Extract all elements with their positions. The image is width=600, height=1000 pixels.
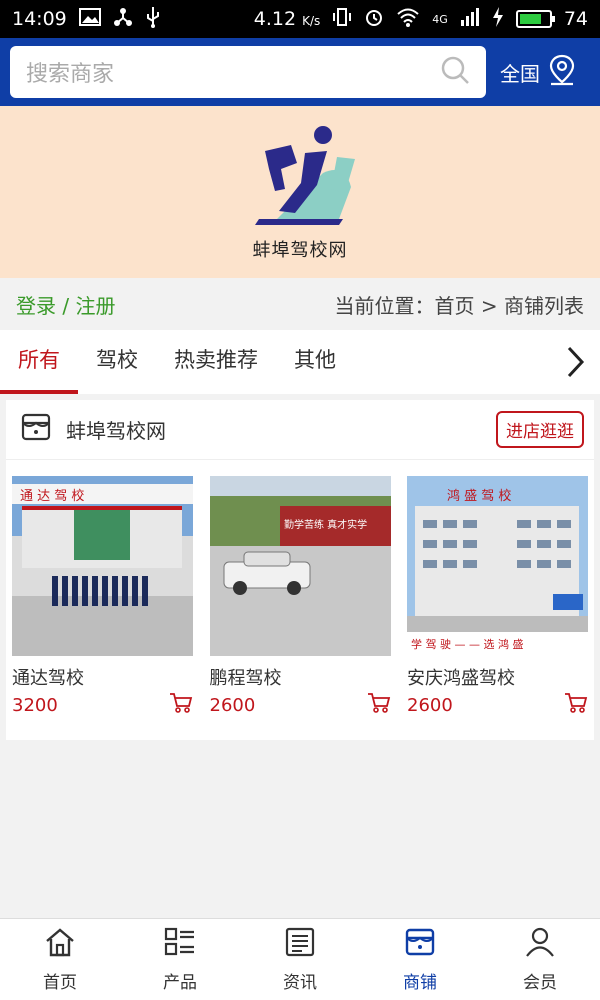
cart-icon[interactable] bbox=[564, 692, 588, 718]
product-price: 2600 bbox=[407, 694, 453, 716]
breadcrumb-separator: > bbox=[480, 293, 498, 318]
product-card[interactable]: 通 达 驾 校 通达驾校 3200 bbox=[12, 476, 193, 718]
product-card[interactable]: 鸿 盛 驾 校 学 驾 驶 — — 选 鸿 盛 安庆鸿盛驾校 2600 bbox=[407, 476, 588, 718]
breadcrumb-bar: 登录 / 注册 当前位置：首页 > 商铺列表 bbox=[0, 278, 600, 330]
visit-shop-button[interactable]: 进店逛逛 bbox=[496, 411, 584, 448]
breadcrumb-home[interactable]: 首页 bbox=[435, 294, 475, 318]
product-price: 2600 bbox=[209, 694, 256, 716]
breadcrumb-prefix: 当前位置： bbox=[334, 293, 435, 318]
network-speed: 4.12 bbox=[253, 8, 297, 30]
network-type: 4G bbox=[432, 12, 448, 26]
usb-icon bbox=[145, 6, 161, 32]
signal-icon bbox=[460, 8, 480, 30]
product-list-icon bbox=[164, 927, 196, 962]
roof-text-hongsheng: 鸿 盛 驾 校 bbox=[447, 488, 511, 504]
battery-level: 74 bbox=[563, 8, 588, 30]
alarm-icon bbox=[364, 7, 384, 31]
nav-home[interactable]: 首页 bbox=[0, 919, 120, 1000]
login-register-link[interactable]: 登录 / 注册 bbox=[16, 290, 115, 319]
product-image-hongsheng[interactable]: 鸿 盛 驾 校 学 驾 驶 — — 选 鸿 盛 bbox=[407, 476, 588, 656]
banner: 蚌埠驾校网 bbox=[0, 106, 600, 278]
product-name[interactable]: 通达驾校 bbox=[12, 664, 193, 690]
nav-products[interactable]: 产品 bbox=[120, 919, 240, 1000]
product-image-tongda[interactable]: 通 达 驾 校 bbox=[12, 476, 193, 656]
vibrate-icon bbox=[332, 7, 352, 31]
cart-icon[interactable] bbox=[169, 692, 193, 718]
nav-shops-label: 商铺 bbox=[403, 972, 437, 993]
tab-driving-school[interactable]: 驾校 bbox=[78, 330, 156, 394]
network-speed-unit: K/s bbox=[302, 14, 321, 28]
region-label: 全国 bbox=[500, 61, 540, 86]
nav-member[interactable]: 会员 bbox=[480, 919, 600, 1000]
sign-text-hongsheng: 学 驾 驶 — — 选 鸿 盛 bbox=[411, 637, 523, 651]
product-name[interactable]: 鹏程驾校 bbox=[210, 664, 391, 690]
image-icon bbox=[78, 8, 101, 30]
search-header: 搜索商家 全国 bbox=[0, 38, 600, 106]
battery-fill bbox=[519, 14, 541, 24]
site-name: 蚌埠驾校网 bbox=[252, 239, 348, 261]
tab-other[interactable]: 其他 bbox=[276, 330, 354, 394]
breadcrumb: 当前位置：首页 > 商铺列表 bbox=[335, 290, 584, 319]
news-icon bbox=[284, 927, 316, 962]
nav-news-label: 资讯 bbox=[283, 972, 317, 993]
nav-member-label: 会员 bbox=[523, 972, 557, 993]
product-card[interactable]: 勤学苦练 真才实学 鹏程驾校 2600 bbox=[209, 476, 391, 718]
member-icon bbox=[524, 927, 556, 962]
wifi-icon bbox=[396, 7, 420, 31]
shop-card: 蚌埠驾校网 进店逛逛 通 达 驾 校 通达驾校 3200 勤学苦练 真才实学 鹏… bbox=[6, 400, 594, 740]
location-pin-icon bbox=[548, 54, 576, 91]
charging-icon bbox=[492, 7, 504, 31]
search-placeholder: 搜索商家 bbox=[26, 62, 115, 87]
search-input[interactable]: 搜索商家 bbox=[10, 46, 486, 98]
tab-hot-recommend[interactable]: 热卖推荐 bbox=[156, 330, 276, 394]
region-selector[interactable]: 全国 bbox=[486, 54, 590, 91]
product-image-pengcheng[interactable]: 勤学苦练 真才实学 bbox=[209, 476, 391, 656]
shop-name[interactable]: 蚌埠驾校网 bbox=[66, 415, 166, 444]
breadcrumb-current: 商铺列表 bbox=[504, 293, 584, 318]
sign-text-tongda: 通 达 驾 校 bbox=[20, 488, 84, 504]
shop-header: 蚌埠驾校网 进店逛逛 bbox=[6, 400, 594, 460]
battery-icon bbox=[515, 10, 555, 28]
search-icon[interactable] bbox=[440, 55, 470, 89]
chevron-right-icon[interactable] bbox=[560, 344, 590, 380]
category-tabs: 所有 驾校 热卖推荐 其他 bbox=[0, 330, 600, 394]
home-icon bbox=[44, 927, 76, 962]
bottom-nav: 首页 产品 资讯 商铺 会员 bbox=[0, 918, 600, 1000]
nav-shops[interactable]: 商铺 bbox=[360, 919, 480, 1000]
product-name[interactable]: 安庆鸿盛驾校 bbox=[407, 664, 588, 690]
nav-news[interactable]: 资讯 bbox=[240, 919, 360, 1000]
driving-school-logo bbox=[235, 123, 365, 232]
clock: 14:09 bbox=[12, 8, 67, 30]
sign-text-pengcheng: 勤学苦练 真才实学 bbox=[284, 518, 367, 531]
product-price: 3200 bbox=[12, 694, 58, 716]
cart-icon[interactable] bbox=[367, 692, 391, 718]
shop-icon bbox=[404, 927, 436, 962]
store-icon bbox=[20, 411, 52, 448]
status-bar: 14:09 4.12 K/s 4G 74 bbox=[0, 0, 600, 38]
product-list: 通 达 驾 校 通达驾校 3200 勤学苦练 真才实学 鹏程驾校 2600 鸿 … bbox=[6, 476, 594, 718]
nav-home-label: 首页 bbox=[43, 972, 77, 993]
tab-all[interactable]: 所有 bbox=[0, 330, 78, 394]
share-icon bbox=[113, 7, 133, 31]
nav-products-label: 产品 bbox=[163, 972, 197, 993]
